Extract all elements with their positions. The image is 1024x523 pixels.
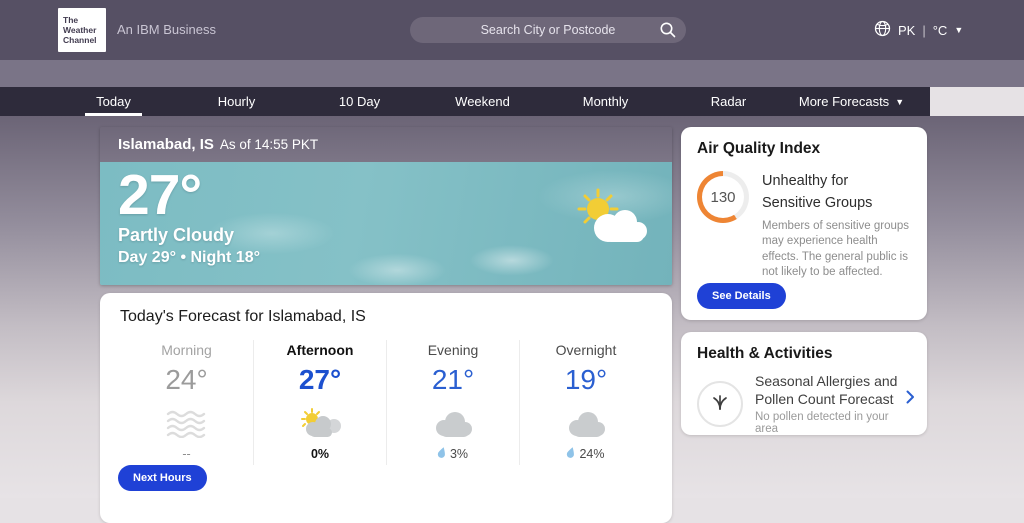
grass-pollen-icon [710, 391, 730, 416]
search-input[interactable] [410, 17, 686, 43]
next-hours-button[interactable]: Next Hours [118, 465, 207, 491]
cloudy-icon [387, 404, 519, 438]
tab-more-forecasts[interactable]: More Forecasts ▼ [790, 87, 913, 116]
unit-label: °C [932, 22, 948, 38]
location-label: Islamabad, IS [118, 136, 214, 153]
page: The Weather Channel An IBM Business PK |… [0, 0, 1024, 523]
pollen-item-subtitle: No pollen detected in your area [755, 411, 889, 436]
health-activities-card: Health & Activities Seasonal Allergies a… [681, 332, 927, 435]
aqi-value: 130 [702, 176, 744, 218]
forecast-period-afternoon[interactable]: Afternoon 27° 0% [253, 340, 386, 465]
raindrop-icon [567, 447, 575, 461]
current-conditions-card[interactable]: Islamabad, IS As of 14:55 PKT 27° Partly… [100, 127, 672, 285]
pollen-item-title: Seasonal Allergies and Pollen Count Fore… [755, 373, 898, 408]
ibm-tagline: An IBM Business [117, 22, 216, 37]
precip-chance: -- [182, 447, 191, 461]
forecast-periods: Morning 24° -- Afternoon 27° 0% Evening … [120, 340, 652, 465]
logo-line: Weather [63, 24, 97, 35]
precip-chance: 3% [387, 447, 519, 461]
see-details-button[interactable]: See Details [697, 283, 786, 309]
chevron-down-icon: ▼ [895, 96, 905, 107]
tab-today[interactable]: Today [52, 87, 175, 116]
tab-weekend[interactable]: Weekend [421, 87, 544, 116]
precip-chance: 24% [520, 447, 652, 461]
logo-line: The [63, 14, 79, 25]
tab-hourly[interactable]: Hourly [175, 87, 298, 116]
current-card-body: 27° Partly Cloudy Day 29° • Night 18° [100, 162, 672, 285]
weather-channel-logo[interactable]: The Weather Channel [58, 8, 106, 52]
app-header: The Weather Channel An IBM Business PK |… [0, 0, 1024, 60]
pollen-forecast-item[interactable]: Seasonal Allergies and Pollen Count Fore… [697, 372, 914, 436]
logo-line: Channel [63, 35, 97, 46]
ad-band [0, 60, 1024, 87]
precip-chance: 0% [310, 447, 330, 461]
tab-monthly[interactable]: Monthly [544, 87, 667, 116]
as-of-timestamp: As of 14:55 PKT [219, 137, 319, 152]
health-activities-title: Health & Activities [697, 345, 833, 362]
chevron-right-icon [906, 390, 915, 409]
forecast-period-evening[interactable]: Evening 21° 3% [386, 340, 519, 465]
locale-selector[interactable]: PK | °C ▼ [874, 20, 963, 40]
cloudy-icon [520, 404, 652, 438]
sun-behind-cloud-icon [562, 188, 658, 257]
todays-forecast-card: Today's Forecast for Islamabad, IS Morni… [100, 293, 672, 523]
air-quality-row: 130 Unhealthy for Sensitive Groups Membe… [697, 171, 911, 281]
air-quality-title: Air Quality Index [697, 140, 821, 157]
air-quality-card: Air Quality Index 130 Unhealthy for Sens… [681, 127, 927, 320]
forecast-period-morning[interactable]: Morning 24° -- [120, 340, 253, 465]
raindrop-icon [437, 447, 446, 461]
current-card-header: Islamabad, IS As of 14:55 PKT [100, 127, 672, 162]
haze-icon [120, 404, 253, 438]
pollen-icon-circle [697, 380, 743, 427]
forecast-title: Today's Forecast for Islamabad, IS [120, 308, 366, 325]
search-bar [410, 17, 686, 43]
country-code: PK [898, 22, 916, 38]
divider: | [922, 22, 926, 38]
globe-icon [874, 20, 891, 40]
tab-radar[interactable]: Radar [667, 87, 790, 116]
chevron-down-icon: ▼ [954, 25, 964, 35]
main-nav: Today Hourly 10 Day Weekend Monthly Rada… [0, 87, 930, 116]
aqi-level-label: Unhealthy for Sensitive Groups [762, 173, 873, 211]
aqi-gauge: 130 [697, 171, 749, 223]
partly-cloudy-icon [254, 404, 386, 438]
search-icon[interactable] [659, 21, 677, 44]
forecast-period-overnight[interactable]: Overnight 19° 24% [519, 340, 652, 465]
aqi-description: Members of sensitive groups may experien… [762, 219, 910, 279]
tab-10day[interactable]: 10 Day [298, 87, 421, 116]
